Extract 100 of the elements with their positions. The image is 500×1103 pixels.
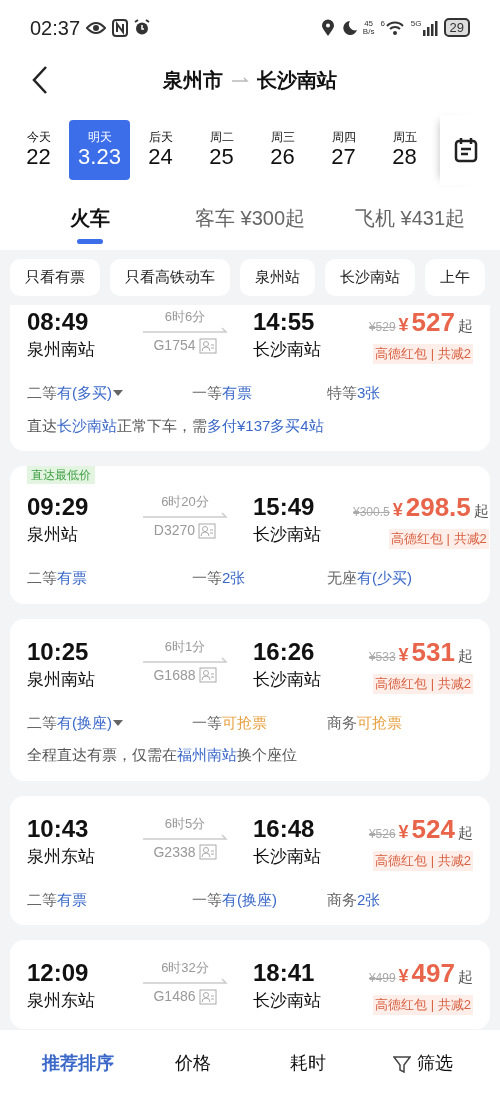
trip-duration: 6时1分 (164, 637, 206, 656)
filter-chip[interactable]: 只看高铁动车 (110, 259, 230, 296)
status-time: 02:37 (30, 15, 81, 41)
sort-option[interactable]: 耗时 (250, 1050, 365, 1077)
calendar-icon[interactable] (454, 137, 478, 163)
departure-station: 泉州东站 (27, 990, 96, 1012)
arrival-time: 16:48 (253, 813, 316, 844)
train-number: G1486 (153, 987, 196, 1006)
departure-time: 10:25 (27, 636, 90, 667)
seat-availability: 一等有票 (192, 383, 252, 403)
currency-sign: ¥ (398, 643, 409, 667)
filter-chip[interactable]: 长沙南站 (325, 259, 415, 296)
route-note: 直达长沙南站正常下车，需多付¥137多买4站 (27, 415, 325, 436)
seat-availability: 一等可抢票 (192, 712, 267, 733)
departure-station: 泉州南站 (27, 339, 96, 361)
train-card[interactable]: 10:43 泉州东站 6时5分 G2338 16:48 长沙南站 ¥526 ¥524起 高德红包 | 共减2 二等有票 一等有(换座) 商务2张 (10, 795, 490, 925)
tab-underline (77, 239, 103, 244)
price-suffix: 起 (458, 967, 473, 987)
price-suffix: 起 (458, 316, 473, 336)
wifi-generation-label: 6 (380, 19, 385, 28)
alarm-icon (134, 19, 151, 36)
arrival-station: 长沙南站 (253, 668, 322, 691)
route-note: 全程直达有票，仅需在福州南站换个座位 (27, 745, 298, 765)
id-card-icon (198, 988, 217, 1005)
departure-time: 08:49 (27, 307, 90, 337)
filter-icon (392, 1054, 411, 1073)
original-price: ¥529 (368, 319, 396, 336)
trip-duration: 6时6分 (164, 308, 206, 326)
battery-indicator: 29 (443, 18, 470, 37)
moon-icon (340, 19, 357, 36)
price-suffix: 起 (458, 822, 473, 843)
date-tab[interactable]: 后天 24 (130, 120, 191, 180)
train-number: D3270 (153, 521, 196, 540)
arrival-time: 18:41 (253, 958, 316, 988)
departure-time: 09:29 (27, 492, 90, 522)
filter-chip[interactable]: 只看有票 (10, 259, 100, 296)
currency-sign: ¥ (392, 499, 403, 522)
original-price: ¥300.5 (353, 504, 390, 521)
train-card[interactable]: 直达最低价 09:29 泉州站 6时20分 D3270 15:49 长沙南站 ¥300.5 ¥298.5 起 高德红包 | 共减2 二等有票 一等2张 无座有(少买) (10, 466, 490, 604)
id-card-icon (198, 337, 217, 354)
eye-icon (86, 20, 107, 35)
discount-tag: 高德红包 | 共减2 (373, 344, 473, 364)
train-card[interactable]: 10:25 泉州南站 6时1分 G1688 16:26 长沙南站 ¥533 ¥531起 高德红包 | 共减2 二等有(换座) 一等可抢票 商务可抢票 全程直达有票，仅需在福州南站换个座位 (10, 618, 490, 781)
seat-availability: 特等3张 (327, 383, 381, 403)
train-card[interactable]: 08:49 泉州南站 6时6分 G1754 14:55 长沙南站 ¥529 ¥527 起 高德红包 | 共减2 二等有(多买) 一等有票 特等3张 直达长沙南站正常下车，需多付¥137多买4站 (10, 305, 490, 451)
seat-availability: 二等有票 (27, 568, 87, 588)
transport-tab[interactable]: 火车 (10, 195, 170, 240)
departure-station: 泉州东站 (27, 845, 96, 868)
arrival-time: 16:26 (253, 636, 316, 667)
network-type-label: 5G (410, 19, 422, 28)
ticket-price: 527 (411, 307, 455, 337)
transport-tab[interactable]: 飞机 ¥431起 (330, 195, 490, 240)
arrival-station: 长沙南站 (253, 990, 322, 1012)
departure-time: 10:43 (27, 813, 90, 844)
original-price: ¥533 (368, 648, 396, 666)
back-icon[interactable] (30, 65, 50, 95)
destination-station: 长沙南站 (257, 68, 337, 93)
arrival-time: 14:55 (253, 307, 316, 337)
net-speed-value: 45 (364, 19, 374, 28)
sort-option[interactable]: 推荐排序 (20, 1050, 135, 1077)
date-tab[interactable]: 周五 28 (374, 120, 435, 180)
train-card[interactable]: 12:09 泉州东站 6时32分 G1486 18:41 长沙南站 ¥499 ¥497 起 高德红包 | 共减2 (10, 940, 490, 1029)
discount-tag: 高德红包 | 共减2 (373, 995, 473, 1015)
currency-sign: ¥ (398, 965, 409, 988)
date-tab[interactable]: 明天 3.23 (69, 120, 130, 180)
transport-tab[interactable]: 客车 ¥300起 (170, 195, 330, 240)
seat-availability: 二等有票 (27, 889, 87, 910)
seat-availability: 一等2张 (192, 568, 246, 588)
ticket-price: 524 (411, 813, 455, 844)
date-tab[interactable]: 周二 25 (191, 120, 252, 180)
date-tab[interactable]: 周四 27 (313, 120, 374, 180)
seat-availability: 商务可抢票 (327, 712, 402, 733)
arrival-time: 15:49 (253, 492, 316, 522)
id-card-icon (198, 522, 217, 539)
dropdown-caret-icon[interactable] (112, 718, 124, 727)
seat-availability: 二等有(多买) (27, 383, 112, 403)
seat-availability: 商务2张 (327, 889, 381, 910)
sort-option[interactable]: 价格 (135, 1050, 250, 1077)
filter-button[interactable]: 筛选 (365, 1050, 480, 1077)
discount-tag: 高德红包 | 共减2 (373, 673, 473, 694)
price-suffix: 起 (458, 645, 473, 666)
arrival-station: 长沙南站 (253, 845, 322, 868)
origin-city: 泉州市 (163, 68, 223, 93)
train-number: G1754 (153, 336, 196, 355)
nfc-icon (112, 18, 129, 37)
dropdown-caret-icon[interactable] (112, 389, 124, 398)
seat-availability: 二等有(换座) (27, 712, 112, 733)
date-tab[interactable]: 周三 26 (252, 120, 313, 180)
ticket-price: 497 (411, 958, 455, 988)
filter-chip[interactable]: 泉州站 (240, 259, 315, 296)
ticket-price: 298.5 (405, 492, 471, 522)
seat-availability: 无座有(少买) (327, 568, 412, 588)
date-tab[interactable]: 今天 22 (8, 120, 69, 180)
id-card-icon (198, 667, 217, 683)
net-speed-unit: B/s (362, 27, 375, 36)
signal-icon (421, 19, 438, 36)
filter-chip[interactable]: 上午 (425, 259, 485, 296)
departure-time: 12:09 (27, 958, 90, 988)
departure-station: 泉州站 (27, 524, 79, 546)
trip-duration: 6时20分 (161, 493, 209, 511)
